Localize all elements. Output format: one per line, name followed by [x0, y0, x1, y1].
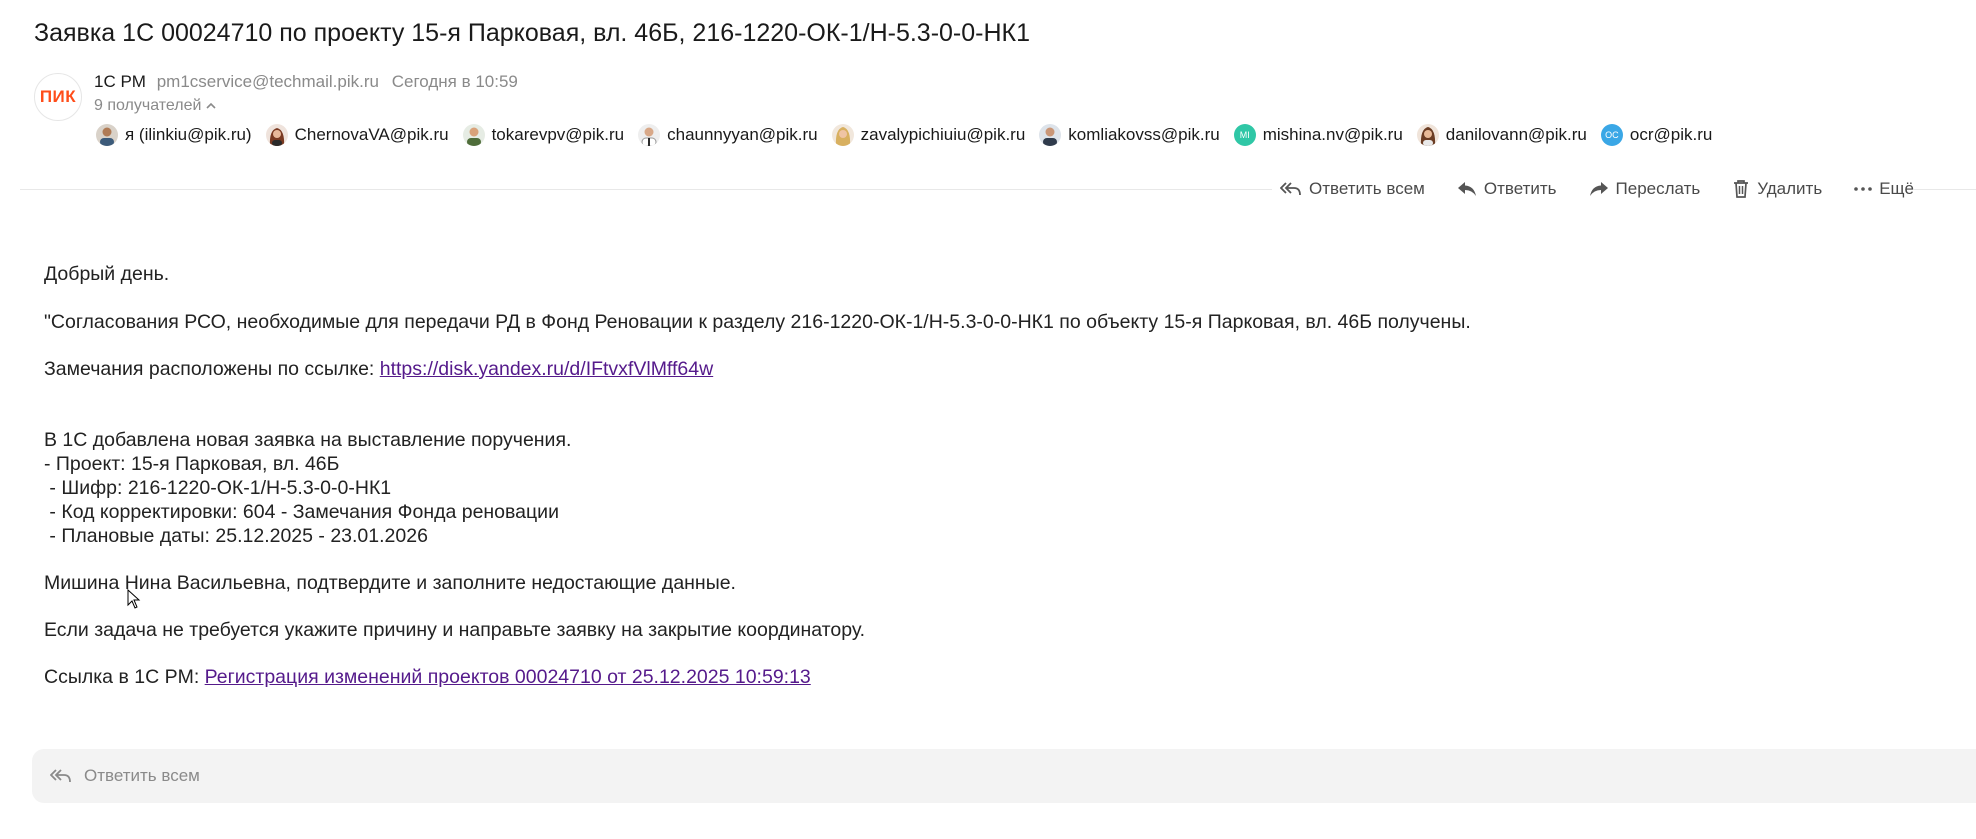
more-dots-icon	[1854, 187, 1872, 191]
message-body: Добрый день. "Согласования РСО, необходи…	[44, 262, 1471, 689]
sender-logo: ПИК	[39, 87, 77, 106]
body-line: "Согласования РСО, необходимые для перед…	[44, 311, 1471, 333]
user-photo-icon	[831, 124, 854, 146]
recipient-chip[interactable]: MI mishina.nv@pik.ru	[1233, 124, 1403, 146]
chevron-up-icon	[206, 102, 217, 109]
remarks-line: Замечания расположены по ссылке: https:/…	[44, 357, 1471, 381]
recipients-count: 9 получателей	[94, 97, 202, 114]
message-toolbar: Ответить всем Ответить Переслать Удалить	[1272, 170, 1914, 208]
avatar-initials: OC	[1605, 130, 1619, 140]
body-line: Мишина Нина Васильевна, подтвердите и за…	[44, 572, 736, 594]
quick-reply-placeholder: Ответить всем	[84, 766, 200, 785]
mail-message-view: Заявка 1С 00024710 по проекту 15-я Парко…	[0, 0, 1976, 839]
reply-label: Ответить	[1483, 179, 1557, 198]
reply-all-icon	[1280, 182, 1301, 196]
recipient-chip[interactable]: zavalypichiuiu@pik.ru	[831, 124, 1026, 146]
recipient-label: я (ilinkiu@pik.ru)	[125, 125, 252, 144]
quick-reply-bar[interactable]: Ответить всем	[32, 749, 1976, 803]
message-subject: Заявка 1С 00024710 по проекту 15-я Парко…	[34, 19, 1031, 47]
remarks-prefix: Замечания расположены по ссылке:	[44, 358, 380, 380]
user-photo-icon	[462, 124, 485, 146]
body-line: - Плановые даты: 25.12.2025 - 23.01.2026	[44, 525, 428, 547]
forward-button[interactable]: Переслать	[1589, 170, 1701, 208]
link-prefix: Ссылка в 1С PM:	[44, 666, 205, 688]
recipient-chip[interactable]: danilovann@pik.ru	[1416, 124, 1587, 146]
recipient-label: komliakovss@pik.ru	[1068, 125, 1220, 144]
delete-label: Удалить	[1757, 179, 1823, 198]
reply-all-icon	[50, 769, 71, 783]
initials-avatar: MI	[1233, 124, 1256, 146]
trash-icon	[1734, 180, 1749, 198]
recipient-label: ocr@pik.ru	[1629, 125, 1713, 144]
reply-button[interactable]: Ответить	[1457, 170, 1557, 208]
recipient-label: chaunnyyan@pik.ru	[667, 125, 818, 144]
recipient-label: zavalypichiuiu@pik.ru	[860, 125, 1026, 144]
body-line: В 1С добавлена новая заявка на выставлен…	[44, 429, 572, 451]
link-line: Ссылка в 1С PM: Регистрация изменений пр…	[44, 665, 1471, 689]
recipient-chip[interactable]: komliakovss@pik.ru	[1039, 124, 1220, 146]
recipient-label: danilovann@pik.ru	[1445, 125, 1587, 144]
recipient-chip[interactable]: chaunnyyan@pik.ru	[638, 124, 818, 146]
user-photo-icon	[265, 124, 288, 146]
recipients-toggle[interactable]: 9 получателей	[94, 97, 217, 115]
body-line: - Шифр: 216-1220-ОК-1/Н-5.3-0-0-НК1	[44, 477, 392, 499]
user-photo-icon	[1416, 124, 1439, 146]
user-photo-icon	[638, 124, 661, 146]
1c-record-link[interactable]: Регистрация изменений проектов 00024710 …	[205, 666, 811, 688]
recipient-chip[interactable]: ChernovaVA@pik.ru	[265, 124, 449, 146]
avatar-initials: MI	[1239, 130, 1250, 140]
message-date: Сегодня в 10:59	[391, 72, 518, 91]
user-photo-icon	[96, 124, 118, 146]
body-line: - Проект: 15-я Парковая, вл. 46Б	[44, 453, 340, 475]
body-line: Если задача не требуется укажите причину…	[44, 619, 866, 641]
more-label: Ещё	[1879, 179, 1914, 198]
user-photo-icon	[1039, 124, 1062, 146]
reply-icon	[1457, 182, 1476, 196]
forward-label: Переслать	[1615, 179, 1701, 198]
mouse-cursor-icon	[127, 589, 141, 609]
recipient-label: ChernovaVA@pik.ru	[294, 125, 449, 144]
sender-email[interactable]: pm1cservice@techmail.pik.ru	[157, 72, 379, 91]
sender-line: 1C PM pm1cservice@techmail.pik.ru Сегодн…	[94, 72, 518, 92]
recipients-list: я (ilinkiu@pik.ru) ChernovaVA@pik.ru tok…	[96, 124, 1726, 146]
recipient-chip[interactable]: OC ocr@pik.ru	[1600, 124, 1713, 146]
reply-all-button[interactable]: Ответить всем	[1280, 170, 1425, 208]
body-line: - Код корректировки: 604 - Замечания Фон…	[44, 501, 559, 523]
initials-avatar: OC	[1600, 124, 1623, 146]
forward-icon	[1589, 182, 1608, 196]
more-button[interactable]: Ещё	[1854, 170, 1914, 208]
sender-name[interactable]: 1C PM	[94, 72, 146, 91]
reply-all-label: Ответить всем	[1309, 179, 1425, 198]
recipient-label: mishina.nv@pik.ru	[1262, 125, 1403, 144]
recipient-label: tokarevpv@pik.ru	[491, 125, 625, 144]
remarks-link[interactable]: https://disk.yandex.ru/d/IFtvxfVlMff64w	[380, 358, 713, 380]
sender-avatar[interactable]: ПИК	[34, 73, 82, 121]
greeting-text: Добрый день.	[44, 263, 170, 285]
recipient-chip[interactable]: tokarevpv@pik.ru	[462, 124, 625, 146]
delete-button[interactable]: Удалить	[1732, 170, 1822, 208]
recipient-chip[interactable]: я (ilinkiu@pik.ru)	[96, 124, 252, 146]
